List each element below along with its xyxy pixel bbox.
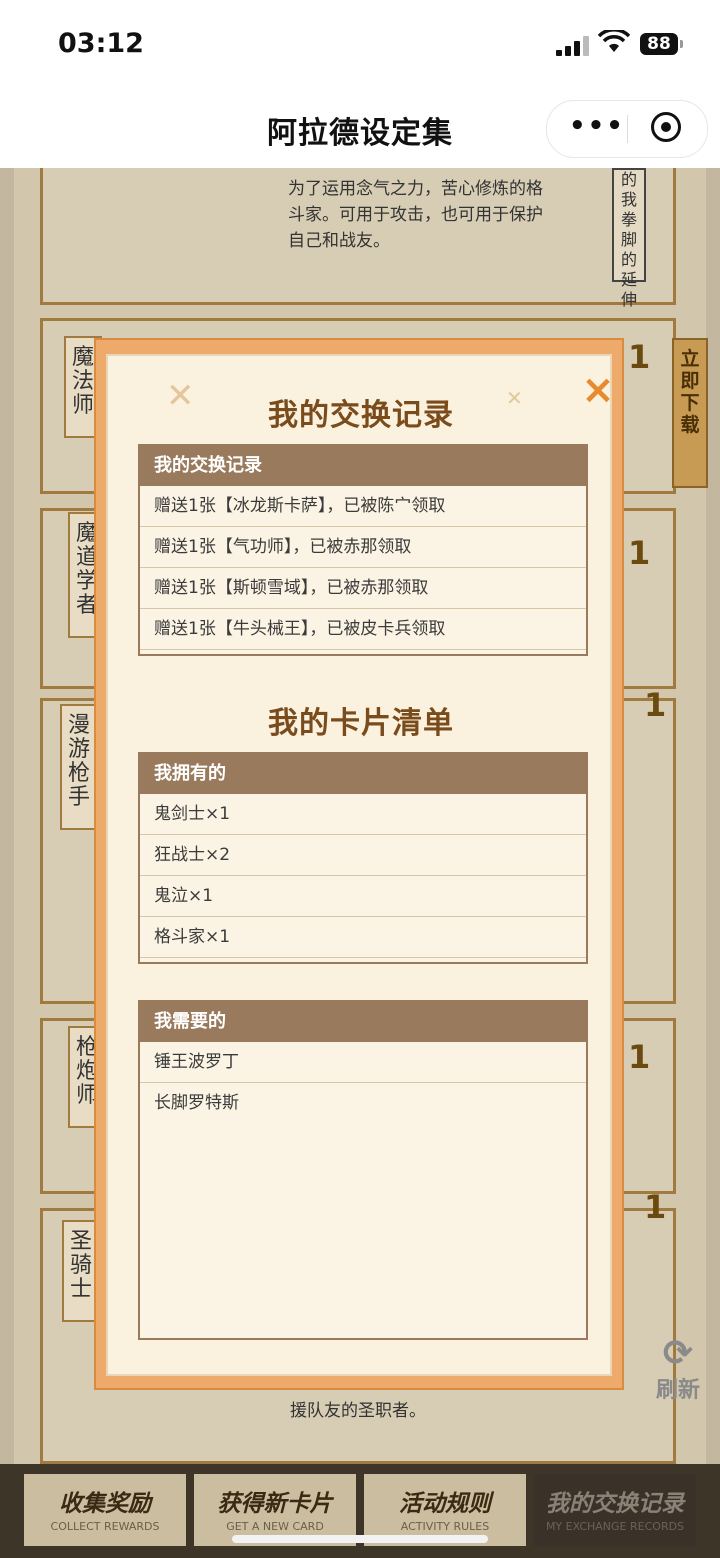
- bottom-tab-bar: 收集奖励 COLLECT REWARDS 获得新卡片 GET A NEW CAR…: [0, 1464, 720, 1558]
- refresh-label: 刷新: [656, 1378, 701, 1403]
- bg-card-count: 1: [644, 1188, 667, 1226]
- table-row: 赠送1张【牛头械王】，已被皮卡兵领取: [140, 609, 586, 650]
- tab-subtitle: MY EXCHANGE RECORDS: [545, 1520, 685, 1533]
- table-row: 赠送1张【斯顿雪域】，已被赤那领取: [140, 568, 586, 609]
- home-indicator: [232, 1535, 488, 1543]
- status-time: 03:12: [58, 28, 144, 59]
- signal-icon: [556, 36, 590, 56]
- table-row: 格斗家×1: [140, 917, 586, 958]
- table-header: 我需要的: [140, 1002, 586, 1042]
- tab-title: 我的交换记录: [546, 1491, 684, 1517]
- exchange-records-table: 我的交换记录 赠送1张【冰龙斯卡萨】，已被陈宀领取 赠送1张【气功师】，已被赤那…: [138, 444, 588, 656]
- exchange-records-title: 我的交换记录: [268, 398, 454, 433]
- bg-description-bottom: 援队友的圣职者。: [290, 1401, 426, 1421]
- tab-subtitle: ACTIVITY RULES: [400, 1520, 490, 1533]
- table-row: 鬼剑士×1: [140, 794, 586, 835]
- table-row: 赠送1张【气功师】，已被赤那领取: [140, 527, 586, 568]
- battery-icon: 88: [640, 33, 683, 55]
- download-button[interactable]: 立即下载: [672, 338, 708, 488]
- bg-card-count: 1: [628, 1038, 651, 1076]
- bg-side-text-top: 的我拳脚的延伸: [612, 168, 646, 309]
- wifi-icon: [598, 30, 630, 52]
- capsule-divider: [627, 115, 628, 143]
- table-row: 狂战士×2: [140, 835, 586, 876]
- needed-cards-table: 我需要的 锤王波罗丁 长脚罗特斯: [138, 1000, 588, 1340]
- table-row: 赠送1张【冰龙斯卡萨】，已被陈宀领取: [140, 486, 586, 527]
- tab-collect-rewards[interactable]: 收集奖励 COLLECT REWARDS: [24, 1474, 186, 1546]
- tab-title: 收集奖励: [59, 1491, 151, 1517]
- tab-subtitle: GET A NEW CARD: [226, 1520, 324, 1533]
- more-icon[interactable]: •••: [569, 113, 625, 139]
- table-row: 鬼泣×1: [140, 876, 586, 917]
- table-header: 我的交换记录: [140, 446, 586, 486]
- bg-card-count: 1: [628, 534, 651, 572]
- refresh-icon: ⟳: [662, 1333, 694, 1374]
- tab-my-exchange-records[interactable]: 我的交换记录 MY EXCHANGE RECORDS: [534, 1474, 696, 1546]
- mini-program-capsule: •••: [546, 100, 708, 158]
- bg-card-count: 1: [628, 338, 651, 376]
- refresh-button[interactable]: ⟳ 刷新: [656, 1336, 700, 1404]
- table-header: 我拥有的: [140, 754, 586, 794]
- bg-description-top: 为了运用念气之力，苦心修炼的格斗家。可用于攻击，也可用于保护自己和战友。: [288, 179, 543, 251]
- tab-subtitle: COLLECT REWARDS: [50, 1520, 160, 1533]
- table-row: 长脚罗特斯: [154, 1093, 239, 1113]
- modal-content: ✕ ✕ × 我的交换记录 我的交换记录 赠送1张【冰龙斯卡萨】，已被陈宀领取 赠…: [106, 354, 612, 1376]
- card-list-title: 我的卡片清单: [268, 706, 454, 741]
- bg-card-tag: 漫游枪手: [60, 704, 98, 830]
- close-program-icon[interactable]: [651, 112, 681, 142]
- nav-bar: 阿拉德设定集 •••: [0, 92, 720, 168]
- bg-card-count: 1: [644, 686, 667, 724]
- tab-title: 获得新卡片: [217, 1491, 333, 1517]
- exchange-records-modal: ✕ ✕ × 我的交换记录 我的交换记录 赠送1张【冰龙斯卡萨】，已被陈宀领取 赠…: [94, 338, 624, 1390]
- owned-cards-table: 我拥有的 鬼剑士×1 狂战士×2 鬼泣×1 格斗家×1: [138, 752, 588, 964]
- status-bar: 03:12 88: [0, 0, 720, 92]
- table-row: 锤王波罗丁: [140, 1042, 586, 1083]
- tab-title: 活动规则: [399, 1491, 491, 1517]
